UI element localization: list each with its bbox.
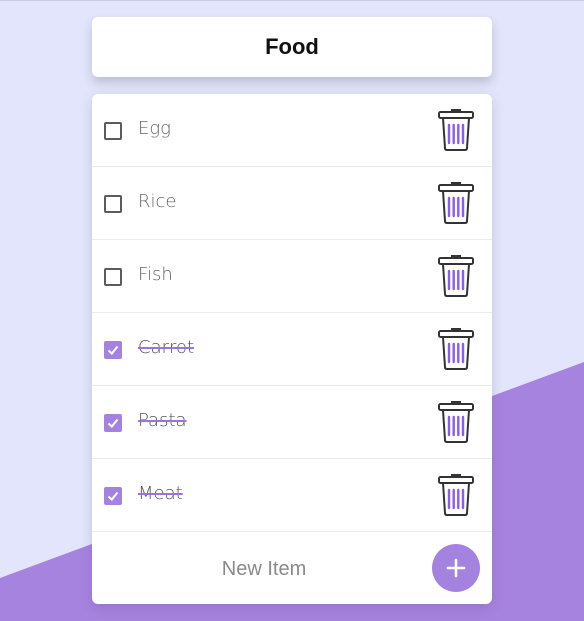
item-label: Carrot xyxy=(138,337,195,358)
plus-icon xyxy=(446,558,466,578)
item-label: Meat xyxy=(138,483,183,504)
add-item-button[interactable] xyxy=(432,544,480,592)
trash-icon[interactable] xyxy=(436,108,476,152)
top-border xyxy=(0,0,584,1)
item-label: Rice xyxy=(138,191,177,212)
item-checkbox[interactable] xyxy=(104,122,122,140)
trash-icon[interactable] xyxy=(436,327,476,371)
trash-icon[interactable] xyxy=(436,400,476,444)
list-item: Meat xyxy=(92,459,492,532)
list-item: Pasta xyxy=(92,386,492,459)
trash-icon[interactable] xyxy=(436,254,476,298)
todo-list: Egg Rice Fish Carrot Pasta Meat xyxy=(92,94,492,604)
item-checkbox[interactable] xyxy=(104,341,122,359)
item-label: Pasta xyxy=(138,410,187,431)
list-item: Fish xyxy=(92,240,492,313)
item-checkbox[interactable] xyxy=(104,195,122,213)
item-checkbox[interactable] xyxy=(104,487,122,505)
page-title: Food xyxy=(265,34,319,59)
checkmark-icon xyxy=(107,345,119,355)
heading-card: Food xyxy=(92,17,492,77)
checkmark-icon xyxy=(107,491,119,501)
new-item-input[interactable] xyxy=(132,549,396,589)
new-item-row xyxy=(92,532,492,604)
item-label: Egg xyxy=(138,118,171,139)
list-item: Egg xyxy=(92,94,492,167)
list-item: Rice xyxy=(92,167,492,240)
list-item: Carrot xyxy=(92,313,492,386)
trash-icon[interactable] xyxy=(436,473,476,517)
item-checkbox[interactable] xyxy=(104,268,122,286)
trash-icon[interactable] xyxy=(436,181,476,225)
item-checkbox[interactable] xyxy=(104,414,122,432)
checkmark-icon xyxy=(107,418,119,428)
item-label: Fish xyxy=(138,264,173,285)
